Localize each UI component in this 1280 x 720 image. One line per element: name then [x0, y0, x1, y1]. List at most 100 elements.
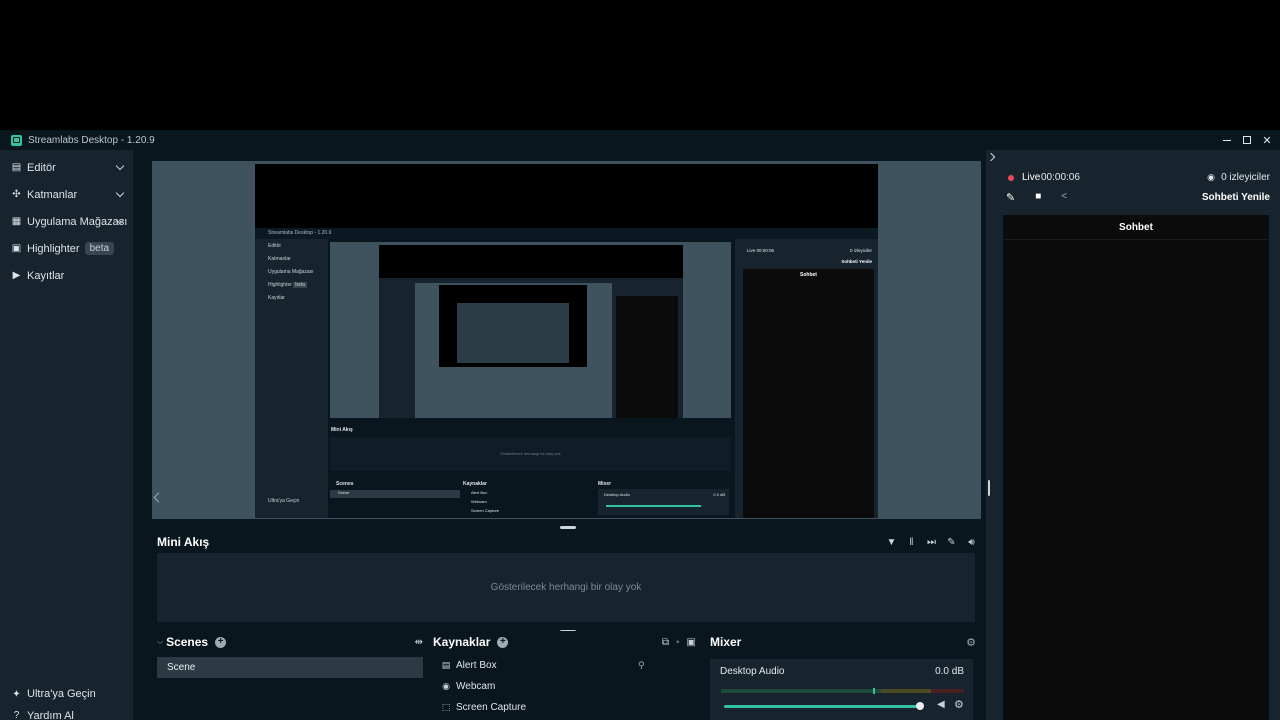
channel-settings-icon[interactable]: ⚙ [954, 698, 964, 711]
chevron-down-icon[interactable]: ⌵ [157, 637, 163, 647]
editor-icon: ▤ [11, 162, 22, 173]
close-button[interactable]: ✕ [1260, 133, 1274, 147]
nested-inner-canvas [439, 285, 587, 367]
screen-capture-icon: ⬚ [441, 702, 451, 712]
panel-resize-handle[interactable] [988, 480, 990, 496]
nested-scenes-title: Scenes [336, 481, 354, 487]
nested-preview-bg [330, 242, 731, 418]
sidebar: ▤ Editör ✣ Katmanlar ▦ Uygulama Mağazası… [0, 150, 134, 720]
nested-nav-item: Kayıtlar [268, 295, 285, 301]
app-window: ▤ Editör ✣ Katmanlar ▦ Uygulama Mağazası… [0, 150, 1280, 720]
chevron-down-icon [115, 188, 125, 198]
minimize-icon [1223, 139, 1231, 141]
scene-list-item[interactable]: Scene [157, 657, 423, 678]
volume-icon[interactable]: 🔊︎ [966, 537, 977, 548]
close-icon: ✕ [1262, 134, 1272, 147]
nested-main: Mini Akış Gösterilecek herhangi bir olay… [328, 239, 735, 518]
editor-main: Streamlabs Desktop - 1.20.9 Editör Katma… [134, 150, 986, 720]
source-label: Alert Box [456, 660, 497, 671]
preview-resize-handle[interactable] [560, 526, 576, 529]
nested-source-item: Alert Box [471, 490, 488, 495]
chevron-down-icon [115, 161, 125, 171]
edit-icon[interactable]: ✎ [1006, 191, 1015, 204]
highlighter-icon: ▣ [11, 243, 22, 254]
scene-label: Scene [167, 662, 196, 673]
mute-alerts-icon[interactable]: ✎ [946, 537, 957, 548]
sidebar-item-label: Kayıtlar [27, 269, 65, 282]
sidebar-item-highlighter[interactable]: ▣ Highlighter beta [0, 235, 133, 262]
sidebar-item-recordings[interactable]: ▶ Kayıtlar [0, 262, 133, 289]
nested-source-item: Screen Capture [471, 508, 500, 513]
scenes-header: ⌵ Scenes + ⇹ [157, 631, 423, 653]
mini-feed-tools: ▼ ‖ ⏭ ✎ 🔊︎ [886, 532, 977, 552]
scenes-dock: ⌵ Scenes + ⇹ Scene [157, 631, 423, 720]
speaker-icon[interactable]: ◀︎ [937, 699, 945, 710]
chat-header: Sohbet [1003, 215, 1269, 240]
refresh-chat-button[interactable]: Sohbeti Yenile [1202, 192, 1270, 203]
chevron-right-icon[interactable] [986, 152, 996, 162]
recordings-icon: ▶ [12, 270, 21, 281]
nested-nav-item: Uygulama Mağazası [268, 269, 314, 275]
window-controls: ✕ [1220, 130, 1274, 150]
sources-title: Kaynaklar [433, 635, 491, 649]
nested-live: Live 00:00:06 [747, 248, 775, 253]
viewer-count: ◉ 0 izleyiciler [1206, 172, 1270, 183]
source-item-alert-box[interactable]: ▤ Alert Box ⚲ [433, 655, 700, 676]
gear-icon[interactable]: ⚙ [966, 636, 976, 649]
source-item-screen-capture[interactable]: ⬚ Screen Capture [433, 697, 700, 718]
eye-icon: ◉ [1207, 172, 1216, 182]
mixer-channel-level: 0.0 dB [935, 666, 964, 677]
nested-mixer-title: Mixer [598, 481, 612, 487]
stream-preview[interactable]: Streamlabs Desktop - 1.20.9 Editör Katma… [152, 161, 981, 519]
nested-nav-label: Highlighter [268, 282, 292, 288]
nested-volume-track [606, 505, 701, 507]
nested-beta-badge: beta [293, 282, 308, 288]
nested-mixer-box: Desktop Audio 0.0 dB [598, 489, 729, 515]
sidebar-item-label: Uygulama Mağazası [27, 215, 128, 228]
add-source-icon[interactable]: + [497, 636, 509, 648]
audio-sources-icon[interactable]: ▪ [676, 637, 680, 648]
minimize-button[interactable] [1220, 133, 1234, 147]
sidebar-item-layers[interactable]: ✣ Katmanlar [0, 181, 133, 208]
sources-tools: ⧉ ▪ ▣ [662, 637, 696, 648]
sidebar-item-editor[interactable]: ▤ Editör [0, 154, 133, 181]
lock-icon[interactable]: ⚲ [638, 660, 645, 671]
meter-red [931, 689, 964, 693]
skip-icon[interactable]: ⏭ [926, 537, 937, 548]
sidebar-item-ultra[interactable]: ✦ Ultra'ya Geçin [0, 682, 134, 706]
chevron-left-icon[interactable] [153, 492, 164, 503]
share-icon[interactable]: < [1061, 191, 1067, 204]
chat-box[interactable]: Sohbet [1003, 215, 1269, 720]
meter-peak [873, 688, 875, 694]
nested-sources: Kaynaklar Alert Box Webcam Screen Captur… [463, 481, 593, 518]
maximize-button[interactable] [1240, 133, 1254, 147]
sidebar-item-label: Editör [27, 161, 56, 174]
nested-chat-panel: Live 00:00:06 0 izleyiciler Sohbeti Yeni… [739, 239, 878, 518]
volume-slider[interactable] [724, 705, 920, 708]
nested-inner-window [379, 278, 683, 418]
chat-tools: ✎ ■ < [1006, 191, 1067, 204]
nested-sidebar: Editör Katmanlar Uygulama Mağazası Highl… [255, 239, 328, 518]
group-icon[interactable]: ⧉ [662, 637, 669, 648]
sidebar-item-app-store[interactable]: ▦ Uygulama Mağazası [0, 208, 133, 235]
nested-mixer: Mixer Desktop Audio 0.0 dB [598, 481, 729, 518]
pause-icon[interactable]: ‖ [906, 537, 917, 548]
mini-feed-header: Mini Akış ▼ ‖ ⏭ ✎ 🔊︎ [157, 532, 977, 552]
sidebar-item-help[interactable]: ? Yardım Al [0, 706, 134, 720]
nested-mini-feed: Mini Akış Gösterilecek herhangi bir olay… [330, 424, 731, 472]
title-bar: Streamlabs Desktop - 1.20.9 ✕ [0, 130, 1280, 150]
nested-desktop-audio: Desktop Audio [604, 492, 630, 497]
source-item-webcam[interactable]: ◉ Webcam [433, 676, 700, 697]
add-scene-icon[interactable]: + [215, 636, 227, 648]
ultra-icon: ✦ [12, 688, 21, 700]
volume-slider-handle[interactable] [916, 702, 924, 710]
folder-icon[interactable]: ▣ [687, 637, 696, 648]
video-icon[interactable]: ■ [1035, 191, 1041, 204]
viewer-count-label: 0 izleyiciler [1221, 172, 1270, 183]
nested-nav-item: Katmanlar [268, 256, 291, 262]
filter-icon[interactable]: ▼ [886, 537, 897, 548]
nested-scenes: Scenes Scene [330, 481, 460, 518]
sidebar-item-label: Highlighter [27, 242, 80, 255]
scene-transitions-icon[interactable]: ⇹ [415, 637, 423, 648]
chat-panel: Live 00:00:06 ◉ 0 izleyiciler ✎ ■ < Sohb… [986, 150, 1280, 720]
